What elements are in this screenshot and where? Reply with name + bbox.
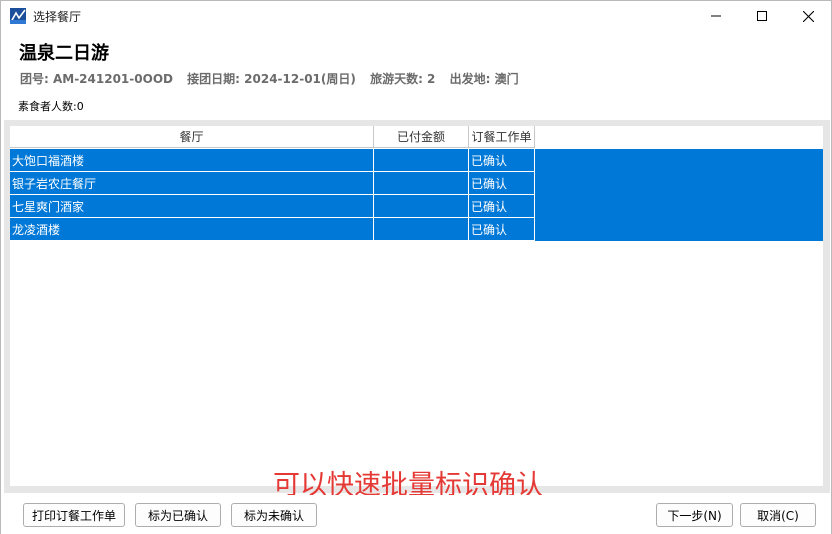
minimize-button[interactable] bbox=[693, 1, 739, 31]
table-row[interactable]: 银子岩农庄餐厅 已确认 bbox=[10, 172, 823, 195]
maximize-icon bbox=[757, 11, 767, 21]
cancel-button[interactable]: 取消(C) bbox=[740, 503, 816, 527]
restaurant-grid[interactable]: 餐厅 已付金额 订餐工作单 大饱口福酒楼 已确认 银子岩农庄餐厅 已确认 七星爽… bbox=[10, 126, 823, 501]
restaurant-grid-panel: 餐厅 已付金额 订餐工作单 大饱口福酒楼 已确认 银子岩农庄餐厅 已确认 七星爽… bbox=[4, 120, 830, 501]
cell-restaurant: 七星爽门酒家 bbox=[10, 195, 374, 218]
cell-restaurant: 大饱口福酒楼 bbox=[10, 149, 374, 172]
mark-confirmed-button[interactable]: 标为已确认 bbox=[135, 503, 221, 527]
vegetarian-count: 素食者人数:0 bbox=[18, 100, 84, 113]
dialog-window: 选择餐厅 温泉二日游 团号: AM-241201-0OOD 接团日期: 2024… bbox=[0, 0, 832, 534]
departure-place: 出发地: 澳门 bbox=[449, 72, 519, 86]
next-step-button[interactable]: 下一步(N) bbox=[656, 503, 733, 527]
cell-paid bbox=[374, 172, 469, 195]
cell-restaurant: 龙凌酒楼 bbox=[10, 218, 374, 241]
pickup-date: 接团日期: 2024-12-01(周日) bbox=[187, 72, 356, 86]
close-icon bbox=[802, 10, 814, 22]
column-header-paid[interactable]: 已付金额 bbox=[374, 126, 469, 148]
column-header-restaurant[interactable]: 餐厅 bbox=[10, 126, 374, 148]
button-bar: 打印订餐工作单 标为已确认 标为未确认 下一步(N) 取消(C) bbox=[1, 495, 831, 534]
cell-order-status: 已确认 bbox=[469, 172, 535, 195]
maximize-button[interactable] bbox=[739, 1, 785, 31]
minimize-icon bbox=[711, 15, 721, 17]
close-button[interactable] bbox=[785, 1, 831, 31]
tour-title: 温泉二日游 bbox=[19, 43, 109, 64]
print-order-sheet-button[interactable]: 打印订餐工作单 bbox=[23, 503, 125, 527]
table-row[interactable]: 龙凌酒楼 已确认 bbox=[10, 218, 823, 241]
cell-paid bbox=[374, 218, 469, 241]
window-title: 选择餐厅 bbox=[33, 10, 82, 24]
cell-order-status: 已确认 bbox=[469, 195, 535, 218]
cell-paid bbox=[374, 195, 469, 218]
mark-unconfirmed-button[interactable]: 标为未确认 bbox=[231, 503, 317, 527]
cell-order-status: 已确认 bbox=[469, 149, 535, 172]
cell-paid bbox=[374, 149, 469, 172]
row-filler bbox=[535, 218, 823, 241]
column-header-order-sheet[interactable]: 订餐工作单 bbox=[469, 126, 535, 148]
grid-header: 餐厅 已付金额 订餐工作单 bbox=[10, 126, 535, 148]
cell-order-status: 已确认 bbox=[469, 218, 535, 241]
title-bar[interactable]: 选择餐厅 bbox=[1, 1, 831, 31]
table-row[interactable]: 大饱口福酒楼 已确认 bbox=[10, 149, 823, 172]
row-filler bbox=[535, 195, 823, 218]
cell-restaurant: 银子岩农庄餐厅 bbox=[10, 172, 374, 195]
tour-days: 旅游天数: 2 bbox=[370, 72, 436, 86]
row-filler bbox=[535, 172, 823, 195]
group-number: 团号: AM-241201-0OOD bbox=[20, 72, 173, 86]
row-filler bbox=[535, 149, 823, 172]
table-row[interactable]: 七星爽门酒家 已确认 bbox=[10, 195, 823, 218]
app-icon bbox=[10, 8, 26, 24]
tour-info-line: 团号: AM-241201-0OOD 接团日期: 2024-12-01(周日) … bbox=[20, 70, 529, 87]
